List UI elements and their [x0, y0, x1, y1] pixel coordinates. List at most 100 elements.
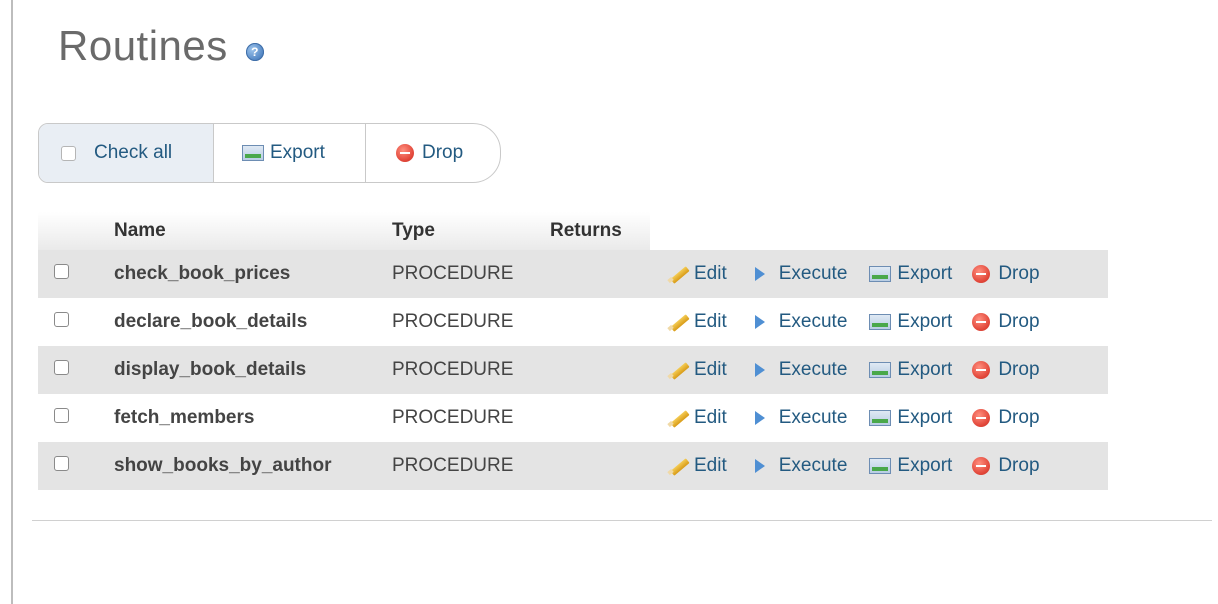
- edit-label: Edit: [694, 407, 727, 428]
- edit-link[interactable]: Edit: [668, 359, 727, 381]
- table-row: declare_book_details PROCEDURE Edit Exec…: [38, 298, 1108, 346]
- drop-label: Drop: [998, 311, 1040, 332]
- export-icon: [869, 362, 892, 378]
- export-link[interactable]: Export: [869, 263, 952, 285]
- table-row: check_book_prices PROCEDURE Edit Execute…: [38, 250, 1108, 298]
- column-header-type[interactable]: Type: [386, 212, 544, 250]
- routine-returns: [544, 250, 650, 298]
- row-actions-cell: Edit Execute Export Drop: [650, 250, 1108, 298]
- export-icon: [869, 458, 892, 474]
- drop-link[interactable]: Drop: [972, 407, 1040, 429]
- routine-name: display_book_details: [108, 346, 386, 394]
- execute-label: Execute: [778, 455, 848, 476]
- drop-link[interactable]: Drop: [972, 263, 1040, 285]
- bulk-actions-toolbar: Check all Export Drop: [38, 123, 501, 183]
- drop-link[interactable]: Drop: [972, 455, 1040, 477]
- edit-link[interactable]: Edit: [668, 263, 727, 285]
- export-label: Export: [897, 407, 953, 428]
- play-icon: [754, 315, 765, 329]
- column-header-returns[interactable]: Returns: [544, 212, 650, 250]
- column-header-name[interactable]: Name: [108, 212, 386, 250]
- routines-page: Routines ? Check all Export Drop Name Ty…: [0, 0, 1218, 604]
- play-icon: [754, 411, 765, 425]
- export-icon: [869, 410, 892, 426]
- row-check-cell: [38, 442, 108, 490]
- drop-link[interactable]: Drop: [972, 359, 1040, 381]
- routine-name: declare_book_details: [108, 298, 386, 346]
- drop-icon: [972, 313, 991, 331]
- routine-name: show_books_by_author: [108, 442, 386, 490]
- edit-link[interactable]: Edit: [668, 455, 727, 477]
- bulk-export-button[interactable]: Export: [214, 124, 366, 182]
- play-icon: [754, 267, 765, 281]
- row-actions: Edit Execute Export Drop: [656, 359, 1102, 381]
- execute-link[interactable]: Execute: [751, 359, 848, 381]
- table-row: display_book_details PROCEDURE Edit Exec…: [38, 346, 1108, 394]
- page-header: Routines ?: [58, 22, 264, 70]
- edit-label: Edit: [694, 455, 727, 476]
- pencil-icon: [668, 313, 690, 331]
- routine-returns: [544, 394, 650, 442]
- row-actions: Edit Execute Export Drop: [656, 455, 1102, 477]
- edit-label: Edit: [694, 311, 727, 332]
- export-label: Export: [897, 359, 953, 380]
- drop-link[interactable]: Drop: [972, 311, 1040, 333]
- row-actions: Edit Execute Export Drop: [656, 407, 1102, 429]
- execute-link[interactable]: Execute: [751, 455, 848, 477]
- row-checkbox[interactable]: [54, 360, 69, 375]
- routine-returns: [544, 298, 650, 346]
- check-all-button[interactable]: Check all: [39, 124, 214, 182]
- table-row: show_books_by_author PROCEDURE Edit Exec…: [38, 442, 1108, 490]
- export-link[interactable]: Export: [869, 407, 952, 429]
- bulk-drop-label: Drop: [422, 142, 464, 163]
- edit-link[interactable]: Edit: [668, 407, 727, 429]
- export-icon: [242, 145, 264, 161]
- header-check-cell: [38, 212, 108, 250]
- edit-label: Edit: [694, 263, 727, 284]
- row-actions-cell: Edit Execute Export Drop: [650, 394, 1108, 442]
- drop-icon: [972, 409, 991, 427]
- row-checkbox[interactable]: [54, 456, 69, 471]
- table-row: fetch_members PROCEDURE Edit Execute Exp…: [38, 394, 1108, 442]
- execute-link[interactable]: Execute: [751, 311, 847, 333]
- table-header-row: Name Type Returns: [38, 212, 1108, 250]
- bulk-drop-button[interactable]: Drop: [366, 124, 500, 182]
- pencil-icon: [668, 265, 690, 283]
- row-checkbox[interactable]: [54, 408, 69, 423]
- row-actions-cell: Edit Execute Export Drop: [650, 346, 1108, 394]
- export-label: Export: [897, 455, 953, 476]
- routine-name: fetch_members: [108, 394, 386, 442]
- edit-label: Edit: [694, 359, 727, 380]
- export-link[interactable]: Export: [869, 359, 952, 381]
- row-checkbox[interactable]: [54, 312, 69, 327]
- routine-type: PROCEDURE: [386, 298, 544, 346]
- drop-label: Drop: [998, 407, 1040, 428]
- routine-name: check_book_prices: [108, 250, 386, 298]
- check-all-checkbox[interactable]: [61, 145, 76, 161]
- play-icon: [754, 363, 765, 377]
- help-icon[interactable]: ?: [245, 43, 264, 61]
- page-title: Routines: [58, 22, 228, 69]
- drop-label: Drop: [998, 263, 1040, 284]
- routine-returns: [544, 442, 650, 490]
- export-label: Export: [897, 311, 953, 332]
- left-divider: [11, 0, 13, 604]
- export-link[interactable]: Export: [869, 311, 952, 333]
- execute-link[interactable]: Execute: [751, 263, 847, 285]
- edit-link[interactable]: Edit: [668, 311, 727, 333]
- routine-type: PROCEDURE: [386, 394, 544, 442]
- pencil-icon: [668, 361, 690, 379]
- drop-label: Drop: [998, 359, 1040, 380]
- row-actions: Edit Execute Export Drop: [656, 311, 1102, 333]
- execute-label: Execute: [778, 359, 848, 380]
- bulk-export-label: Export: [270, 142, 325, 163]
- drop-icon: [972, 265, 991, 283]
- row-checkbox[interactable]: [54, 264, 69, 279]
- execute-link[interactable]: Execute: [751, 407, 847, 429]
- section-divider: [32, 520, 1212, 521]
- row-check-cell: [38, 250, 108, 298]
- export-link[interactable]: Export: [869, 455, 952, 477]
- check-all-label: Check all: [94, 142, 173, 163]
- export-icon: [869, 314, 892, 330]
- routines-table: Name Type Returns check_book_prices PROC…: [38, 212, 1108, 490]
